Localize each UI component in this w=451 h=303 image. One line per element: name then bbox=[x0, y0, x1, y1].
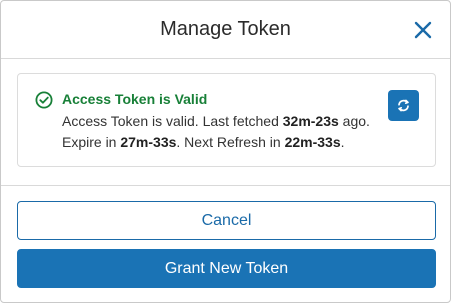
next-refresh-value: 22m-33s bbox=[284, 134, 341, 150]
dialog-footer: Cancel Grant New Token bbox=[1, 185, 450, 302]
alert-text: ago. bbox=[338, 113, 370, 129]
dialog-header: Manage Token bbox=[1, 1, 450, 59]
alert-line-fetched: Access Token is valid. Last fetched 32m-… bbox=[62, 113, 370, 129]
dialog-body: Access Token is Valid Access Token is va… bbox=[1, 59, 450, 185]
cancel-button[interactable]: Cancel bbox=[17, 201, 436, 240]
grant-new-token-button[interactable]: Grant New Token bbox=[17, 249, 436, 288]
token-status-alert: Access Token is Valid Access Token is va… bbox=[17, 73, 436, 167]
alert-text: Expire in bbox=[62, 134, 121, 150]
dialog-title: Manage Token bbox=[160, 18, 291, 40]
refresh-icon bbox=[398, 99, 409, 112]
alert-text: . bbox=[340, 134, 345, 150]
expire-in-value: 27m-33s bbox=[120, 134, 177, 150]
close-button[interactable] bbox=[411, 18, 435, 42]
close-icon bbox=[414, 21, 432, 39]
alert-line-expiry: Expire in 27m-33s. Next Refresh in 22m-3… bbox=[62, 134, 345, 150]
refresh-button[interactable] bbox=[388, 90, 419, 121]
alert-text: . Next Refresh in bbox=[176, 134, 285, 150]
last-fetched-value: 32m-23s bbox=[282, 113, 339, 129]
manage-token-dialog: Manage Token Access Token is Valid Acces… bbox=[0, 0, 451, 303]
check-circle-icon bbox=[35, 91, 53, 109]
alert-text: Access Token is valid. Last fetched bbox=[62, 113, 283, 129]
alert-title: Access Token is Valid bbox=[62, 91, 208, 107]
